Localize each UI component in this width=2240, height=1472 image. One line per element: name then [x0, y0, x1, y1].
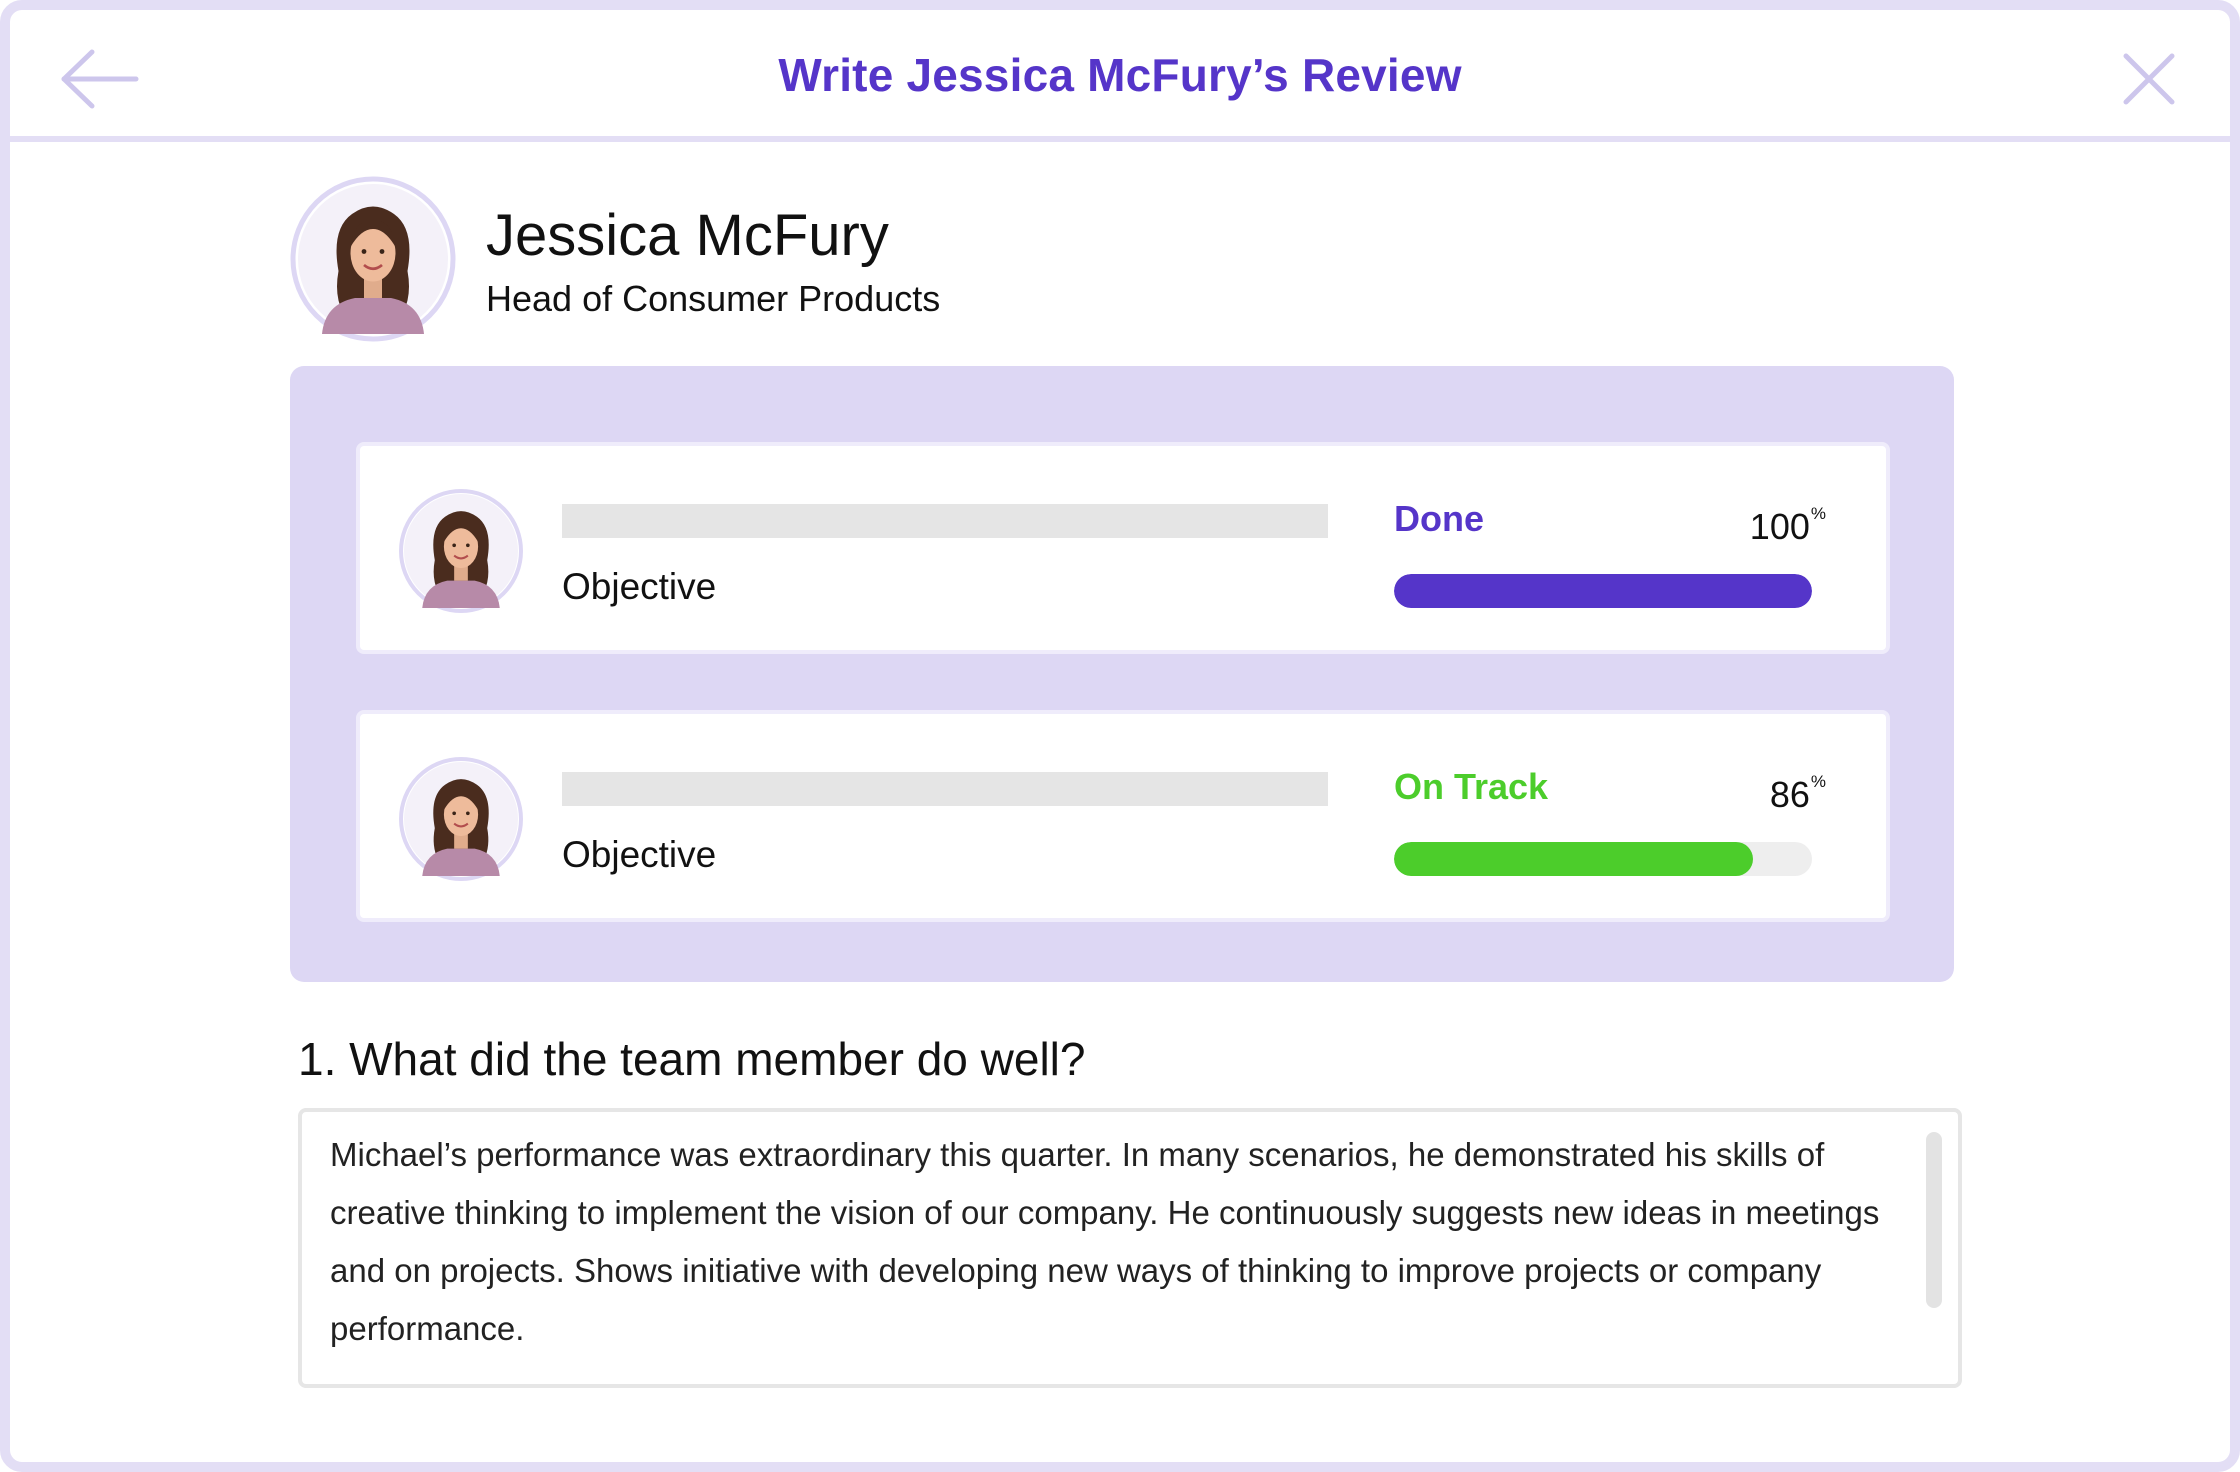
- progress-fill: [1394, 574, 1812, 608]
- employee-name: Jessica McFury: [486, 203, 889, 268]
- review-window: Write Jessica McFury’s Review Jessica Mc…: [0, 0, 2240, 1472]
- employee-role: Head of Consumer Products: [486, 278, 941, 319]
- answer-textarea[interactable]: Michael’s performance was extraordinary …: [330, 1126, 1910, 1366]
- objectives-panel: Objective Done 100% Objective On Track 8…: [290, 366, 1954, 982]
- progress-fill: [1394, 842, 1754, 876]
- question-heading: 1. What did the team member do well?: [298, 1033, 1086, 1085]
- profile-avatar: [290, 176, 456, 342]
- objective-card[interactable]: Objective Done 100%: [356, 442, 1890, 654]
- page-title: Write Jessica McFury’s Review: [778, 49, 1462, 101]
- progress-percent: 100%: [1749, 504, 1826, 547]
- close-button[interactable]: [2114, 44, 2184, 114]
- objective-avatar: [399, 757, 523, 881]
- status-label: Done: [1394, 498, 1484, 539]
- objective-avatar: [399, 489, 523, 613]
- status-label: On Track: [1394, 766, 1549, 807]
- objective-title-placeholder: [562, 772, 1328, 806]
- progress-percent: 86%: [1769, 772, 1826, 815]
- progress-bar: [1394, 842, 1812, 876]
- objective-label: Objective: [562, 566, 717, 607]
- progress-bar: [1394, 574, 1812, 608]
- scrollbar[interactable]: [1926, 1132, 1942, 1308]
- objective-card[interactable]: Objective On Track 86%: [356, 710, 1890, 922]
- header-bar: Write Jessica McFury’s Review: [10, 10, 2230, 142]
- answer-box: Michael’s performance was extraordinary …: [298, 1108, 1962, 1388]
- close-icon: [2123, 53, 2175, 105]
- objective-title-placeholder: [562, 504, 1328, 538]
- objective-label: Objective: [562, 834, 717, 875]
